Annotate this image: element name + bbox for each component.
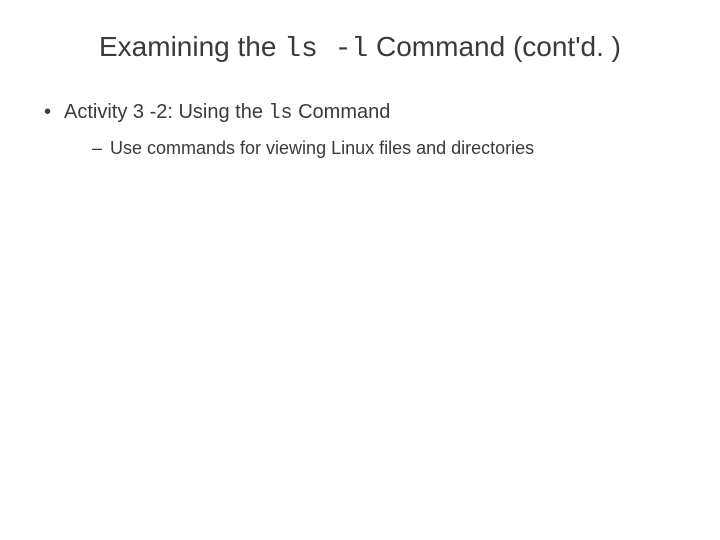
sub-item: Use commands for viewing Linux files and… bbox=[92, 135, 700, 162]
bullet-prefix: Activity 3 -2: Using the bbox=[64, 101, 269, 123]
title-suffix: Command (cont'd. ) bbox=[368, 31, 621, 62]
bullet-list: Activity 3 -2: Using the ls Command Use … bbox=[20, 97, 700, 162]
title-prefix: Examining the bbox=[99, 31, 284, 62]
bullet-suffix: Command bbox=[293, 101, 391, 123]
slide-title: Examining the ls -l Command (cont'd. ) bbox=[20, 28, 700, 69]
sub-item-text: Use commands for viewing Linux files and… bbox=[110, 138, 534, 158]
bullet-item: Activity 3 -2: Using the ls Command Use … bbox=[44, 97, 700, 162]
sub-list: Use commands for viewing Linux files and… bbox=[64, 135, 700, 162]
bullet-code: ls bbox=[269, 102, 293, 125]
title-code: ls -l bbox=[284, 34, 368, 65]
